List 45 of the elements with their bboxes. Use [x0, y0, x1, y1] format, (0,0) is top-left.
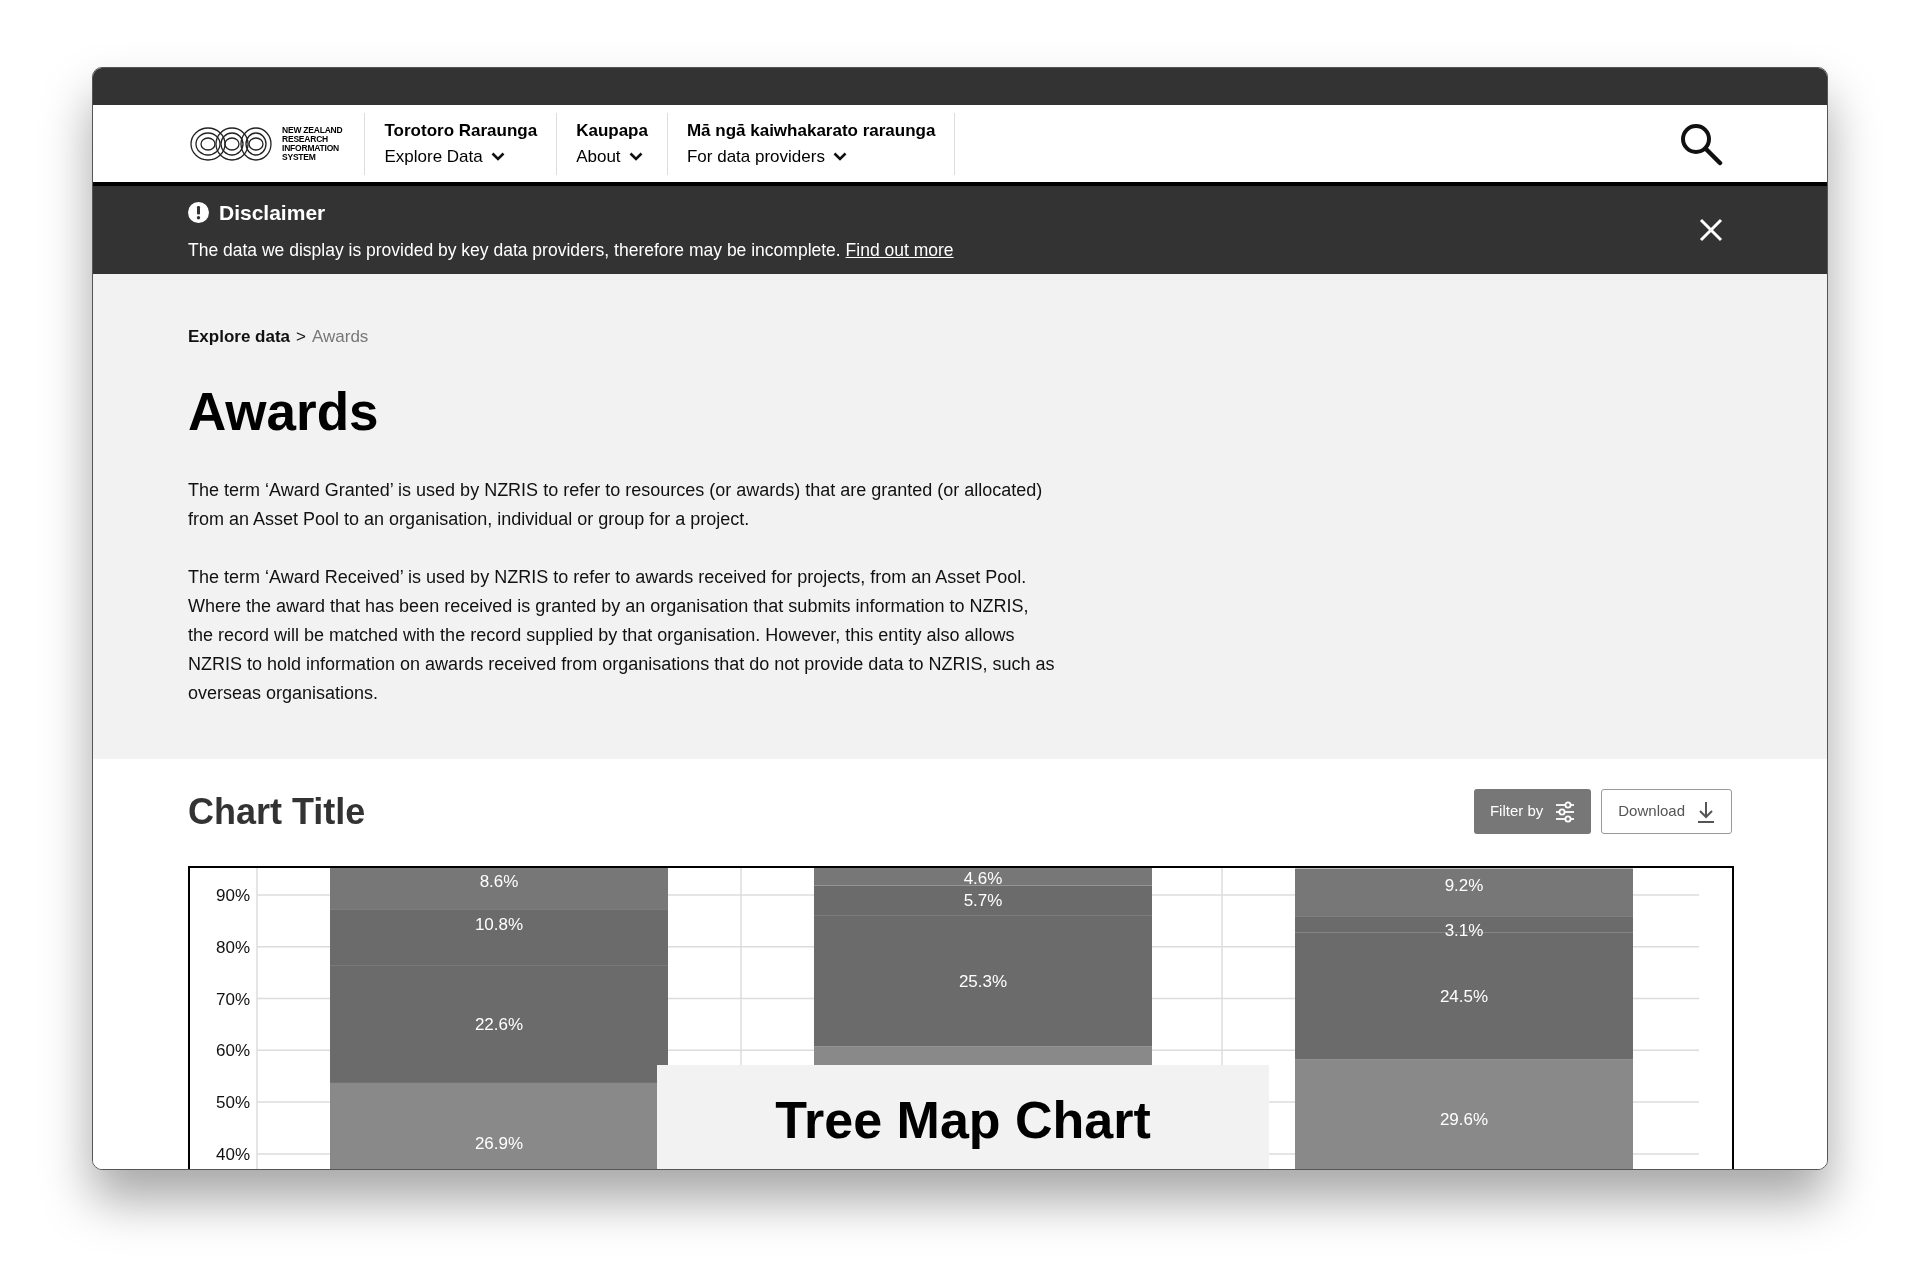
breadcrumb-link[interactable]: Explore data [188, 324, 291, 350]
y-axis-label: 40% [215, 1144, 250, 1164]
logo-text: NEW ZEALAND RESEARCH INFORMATION SYSTEM [282, 125, 343, 162]
data-label: 5.7% [963, 890, 1003, 910]
search-icon [1679, 121, 1723, 166]
y-axis-label: 80% [215, 937, 250, 957]
nav-dropdown[interactable]: For data providers [686, 145, 936, 168]
data-label: 29.6% [1439, 1110, 1489, 1130]
data-label: 9.2% [1444, 875, 1484, 895]
nav-heading: Mā ngā kaiwhakarato raraunga [686, 119, 936, 142]
chevron-down-icon [628, 151, 643, 162]
nav-dropdown[interactable]: Explore Data [384, 145, 538, 168]
data-label: 10.8% [474, 914, 524, 934]
data-label: 4.6% [963, 869, 1003, 888]
y-axis-label: 90% [215, 885, 250, 905]
data-label: 8.6% [479, 872, 519, 892]
breadcrumb-separator: > [296, 326, 306, 348]
breadcrumb-link[interactable]: Awards [312, 324, 369, 350]
data-label: 26.9% [474, 1133, 524, 1153]
find-out-more-link[interactable]: Find out more [845, 239, 954, 260]
download-icon [1697, 800, 1715, 823]
data-label: 24.5% [1439, 986, 1489, 1006]
disclaimer-text: The data we display is provided by key data providers, therefore may be incomplete. Find out more [188, 238, 955, 262]
exclamation-icon [188, 202, 209, 224]
data-label: 25.3% [958, 971, 1008, 991]
description-paragraph: The term ‘Award Granted’ is used by NZRIS to refer to resources (or awards) that are granted (or allocated) from an Asset Pool to an organisation, individual or group for a project. [188, 478, 1044, 531]
data-label: 22.6% [474, 1015, 524, 1035]
close-icon [1699, 218, 1723, 242]
disclaimer-title: Disclaimer [219, 200, 326, 227]
y-axis-label: 50% [215, 1093, 250, 1113]
description-paragraph: The term ‘Award Received’ is used by NZRIS to refer to awards received for projects, from an Asset Pool. Where the award that has been received is granted by an organisation that submits information to NZRIS, the record will be matched with the record supplied by that organisation. However, this entity also allows NZRIS to hold information on awards received from organisations that do not provide data to NZRIS, such as overseas organisations. [188, 565, 1056, 705]
chart-title: Chart Title [188, 789, 366, 834]
nav-heading: Torotoro Raraunga [384, 119, 538, 142]
chevron-down-icon [832, 151, 847, 162]
y-axis-label: 70% [215, 989, 250, 1009]
data-label: 3.1% [1444, 921, 1484, 941]
sliders-icon [1555, 800, 1576, 823]
nav-heading: Kaupapa [576, 119, 648, 142]
nav-dropdown[interactable]: About [576, 145, 648, 168]
overlay-label: Tree Map Chart [775, 1090, 1151, 1151]
chevron-down-icon [490, 151, 505, 162]
filter-button[interactable]: Filter by [1473, 789, 1592, 834]
download-button[interactable]: Download [1601, 789, 1732, 834]
y-axis-label: 60% [215, 1041, 250, 1061]
page-title: Awards [188, 381, 380, 442]
